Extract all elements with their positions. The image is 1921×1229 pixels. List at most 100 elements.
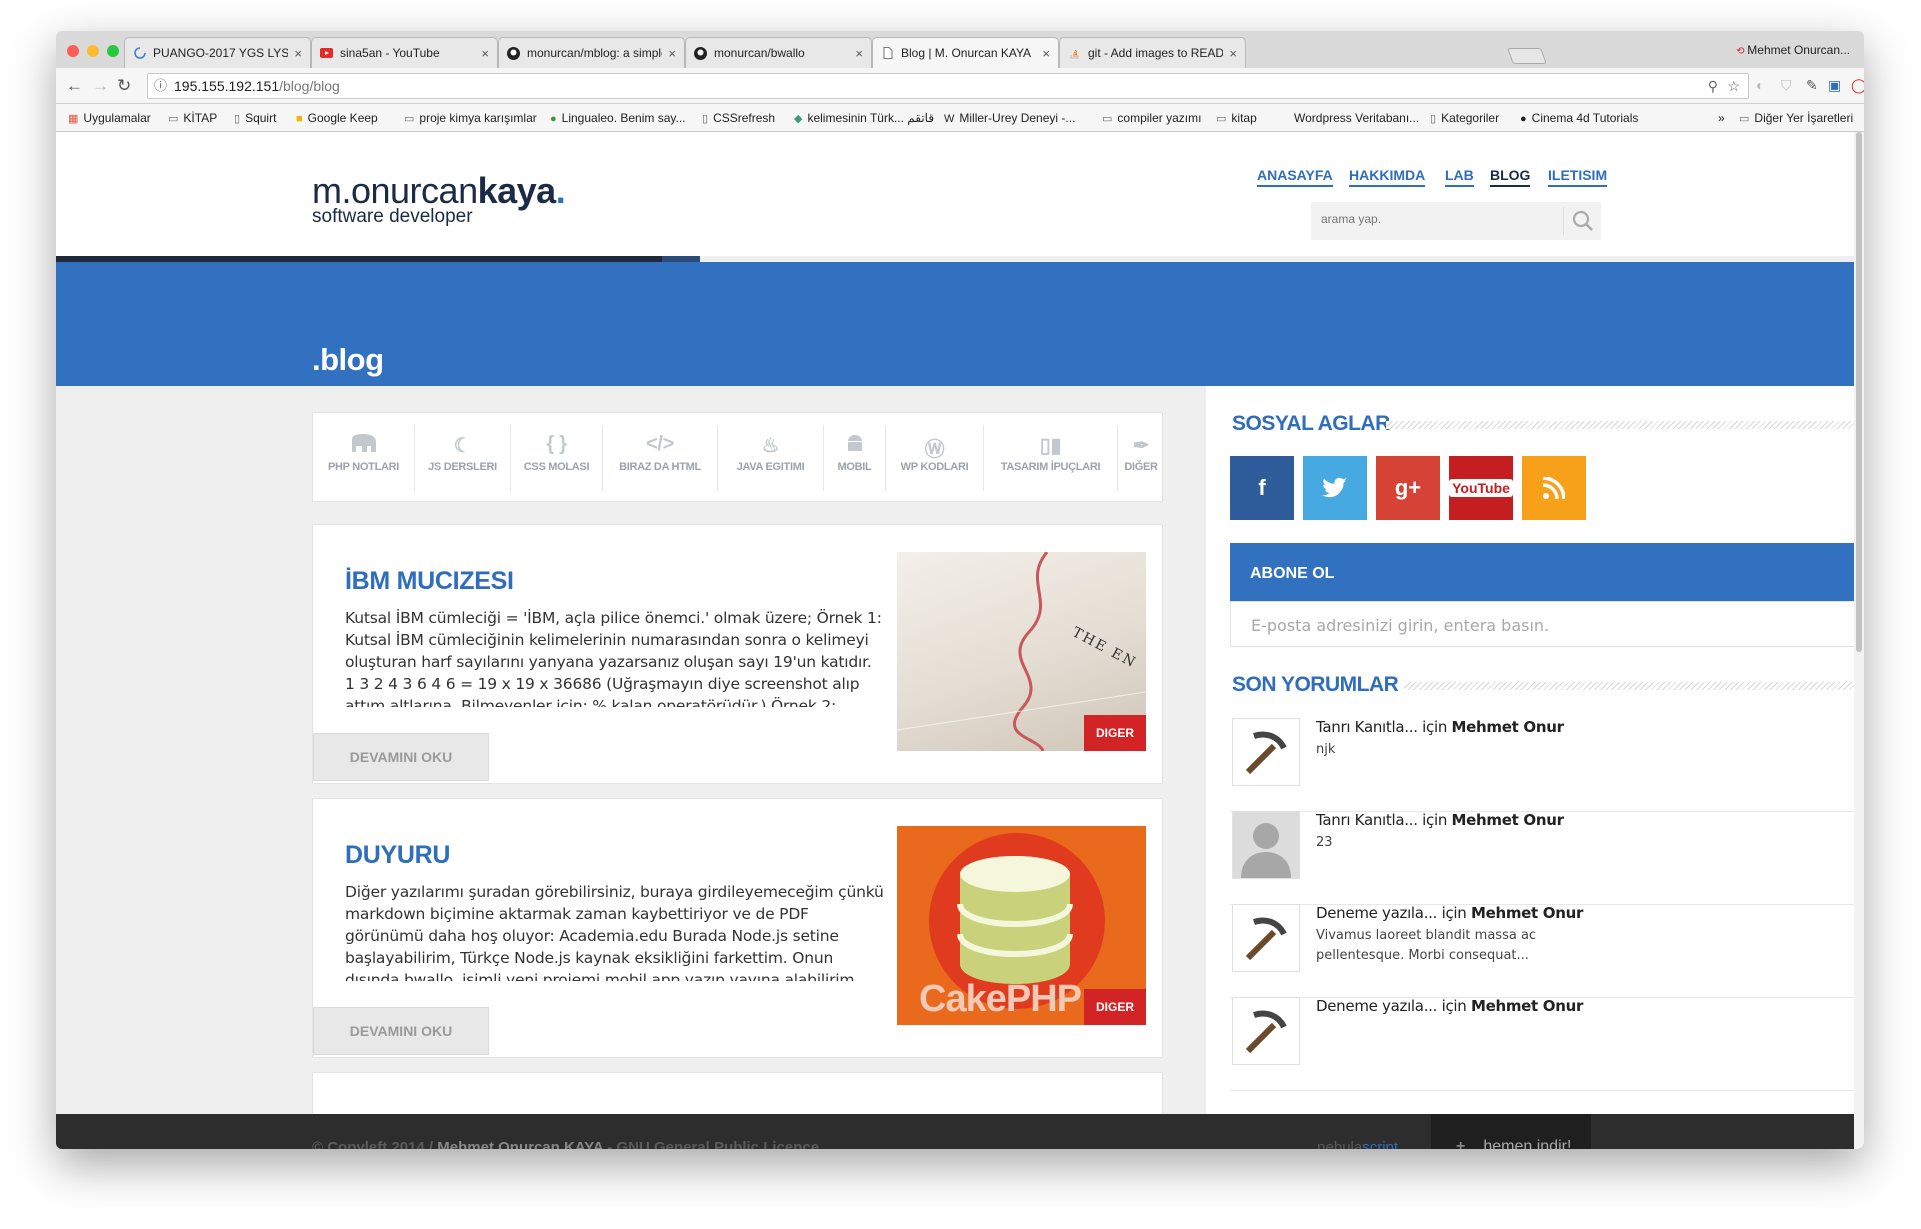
social-title: SOSYAL AGLAR [1232, 412, 1390, 435]
info-icon[interactable]: ⓘ [154, 74, 167, 98]
tab-youtube[interactable]: sina5an - YouTube × [311, 37, 498, 68]
post-title[interactable]: DUYURU [345, 841, 450, 870]
close-tab-icon[interactable]: × [855, 46, 863, 61]
bookmark-item[interactable]: Wordpress Veritabanı... [1294, 111, 1419, 125]
eyedropper-icon[interactable]: ✎ [1806, 77, 1818, 94]
site-tagline: software developer [312, 206, 473, 227]
tab-bwallo[interactable]: monurcan/bwallo × [685, 37, 872, 68]
url-host: 195.155.192.151 [174, 78, 280, 94]
android-icon [824, 433, 885, 461]
category-html[interactable]: </> BIRAZ DA HTML [603, 425, 718, 491]
nebulascript-link[interactable]: .nebulascript [1313, 1139, 1398, 1149]
post-card: İBM MUCIZESI Kutsal İBM cümleciği = 'İBM… [312, 524, 1163, 784]
browser-window: PUANGO-2017 YGS LYS Puan ve × sina5an - … [56, 31, 1864, 1149]
download-button[interactable]: + hemen indir! [1431, 1114, 1591, 1149]
bookmark-item[interactable]: ▯ Squirt [234, 111, 276, 125]
tab-bar: PUANGO-2017 YGS LYS Puan ve × sina5an - … [56, 31, 1864, 68]
close-tab-icon[interactable]: × [1042, 46, 1050, 61]
back-arrow-icon[interactable]: ← [66, 76, 83, 96]
category-mobil[interactable]: MOBIL [824, 425, 886, 491]
category-js[interactable]: ☾ JS DERSLERI [415, 425, 511, 491]
facebook-button[interactable]: f [1230, 456, 1294, 520]
search-divider [1563, 207, 1564, 235]
page-icon: ▯ [1430, 113, 1437, 125]
post-thumbnail[interactable]: CakePHP DIGER [897, 826, 1146, 1025]
bookmark-star-icon[interactable]: ☆ [1727, 74, 1740, 98]
folder-icon: ▭ [168, 113, 179, 125]
bookmark-item[interactable]: ● Lingualeo. Benim say... [550, 111, 686, 125]
zoom-icon[interactable]: ⚲ [1708, 74, 1718, 98]
bookmark-item[interactable]: ◆ kelimesinin Türk... قاتقم [794, 111, 934, 125]
rss-button[interactable] [1522, 456, 1586, 520]
category-wp[interactable]: Ⓦ WP KODLARI [886, 425, 984, 491]
tab-mblog[interactable]: monurcan/mblog: a simple blog s × [498, 37, 685, 68]
post-thumbnail[interactable]: THE EN DIGER [897, 552, 1146, 751]
nav-anasayfa[interactable]: ANASAYFA [1257, 167, 1333, 187]
bookmark-item[interactable]: ▭ KİTAP [168, 111, 217, 125]
translate-icon[interactable]: ▣ [1828, 77, 1841, 94]
other-bookmarks[interactable]: ▭ Diğer Yer İşaretleri [1739, 111, 1853, 125]
bookmark-item[interactable]: ▯ Kategoriler [1430, 111, 1499, 125]
category-tasarim[interactable]: ▯▮ TASARIM İPUÇLARI [984, 425, 1118, 491]
comment-meta: Tanrı Kanıtla... için Mehmet Onur [1316, 811, 1564, 829]
bookmark-item[interactable]: ▦ Uygulamalar [68, 111, 151, 125]
twitter-icon [1322, 477, 1347, 498]
forward-arrow-icon[interactable]: → [92, 76, 109, 96]
bookmark-item[interactable]: ▯ CSSrefresh [702, 111, 775, 125]
post-title[interactable]: İBM MUCIZESI [345, 567, 514, 596]
shield-icon[interactable]: ⛉ [1781, 77, 1792, 94]
url-field[interactable]: ⓘ 195.155.192.151/blog/blog ⚲ ☆ [147, 73, 1749, 99]
youtube-button[interactable]: YouTube [1449, 456, 1513, 520]
close-tab-icon[interactable]: × [1229, 46, 1237, 61]
category-badge[interactable]: DIGER [1084, 715, 1146, 751]
tab-blog[interactable]: Blog | M. Onurcan KAYA × [872, 37, 1059, 68]
profile-button[interactable]: ⟲ Mehmet Onurcan... [1736, 43, 1850, 57]
bookmarks-overflow-button[interactable]: » [1718, 111, 1725, 125]
nav-lab[interactable]: LAB [1445, 167, 1474, 187]
author-name[interactable]: Mehmet Onurcan KAYA [437, 1139, 603, 1149]
reload-icon[interactable]: ↻ [117, 76, 131, 96]
close-tab-icon[interactable]: × [294, 46, 302, 61]
read-more-button[interactable]: DEVAMINI OKU [313, 1007, 489, 1055]
search-input[interactable] [1321, 212, 1551, 226]
folder-icon: ▭ [1739, 113, 1750, 125]
comment-item[interactable]: Deneme yazıla... için Mehmet Onur [1230, 977, 1864, 1091]
category-label: JS DERSLERI [428, 461, 497, 473]
bookmark-item[interactable]: W Miller-Urey Deneyi -... [944, 111, 1075, 125]
extension-icon[interactable]: ◐ [1756, 77, 1764, 93]
bookmark-label: Miller-Urey Deneyi -... [959, 111, 1076, 125]
nav-blog[interactable]: BLOG [1490, 167, 1531, 187]
google-plus-button[interactable]: g+ [1376, 456, 1440, 520]
tab-puango[interactable]: PUANGO-2017 YGS LYS Puan ve × [124, 37, 311, 68]
subscribe-email-input[interactable]: E-posta adresinizi girin, entera basın. [1230, 601, 1864, 647]
category-diger[interactable]: ✒ DIĞER [1118, 425, 1164, 491]
scrollbar[interactable] [1854, 132, 1864, 1149]
minimize-window-button[interactable] [87, 45, 99, 57]
close-tab-icon[interactable]: × [668, 46, 676, 61]
read-more-button[interactable]: DEVAMINI OKU [313, 733, 489, 781]
twitter-button[interactable] [1303, 456, 1367, 520]
search-icon[interactable] [1571, 209, 1595, 233]
category-badge[interactable]: DIGER [1084, 989, 1146, 1025]
new-tab-button[interactable] [1507, 48, 1547, 64]
nav-iletisim[interactable]: ILETISIM [1548, 167, 1608, 187]
tab-title: PUANGO-2017 YGS LYS Puan ve [153, 46, 289, 60]
category-css[interactable]: { } CSS MOLASI [511, 425, 603, 491]
bookmark-item[interactable]: ▭ compiler yazımı [1102, 111, 1201, 125]
close-window-button[interactable] [67, 45, 79, 57]
tab-git-readme[interactable]: git - Add images to README.md × [1059, 37, 1246, 68]
youtube-icon [320, 47, 333, 60]
opera-icon[interactable]: ◯ [1851, 77, 1864, 94]
bookmark-label: CSSrefresh [713, 111, 776, 125]
maximize-window-button[interactable] [107, 45, 119, 57]
bookmark-item[interactable]: ● Cinema 4d Tutorials [1520, 111, 1638, 125]
bookmark-item[interactable]: ■ Google Keep [296, 111, 378, 125]
category-java[interactable]: ♨ JAVA EGITIMI [718, 425, 824, 491]
category-php[interactable]: PHP NOTLARI [313, 425, 415, 491]
bookmark-item[interactable]: ▭ proje kimya karışımlar [404, 111, 537, 125]
scrollbar-thumb[interactable] [1856, 132, 1862, 652]
bookmark-item[interactable]: ▭ kitap [1216, 111, 1257, 125]
close-tab-icon[interactable]: × [481, 46, 489, 61]
nebula-suffix: script [1362, 1139, 1399, 1149]
nav-hakkimda[interactable]: HAKKIMDA [1349, 167, 1426, 187]
